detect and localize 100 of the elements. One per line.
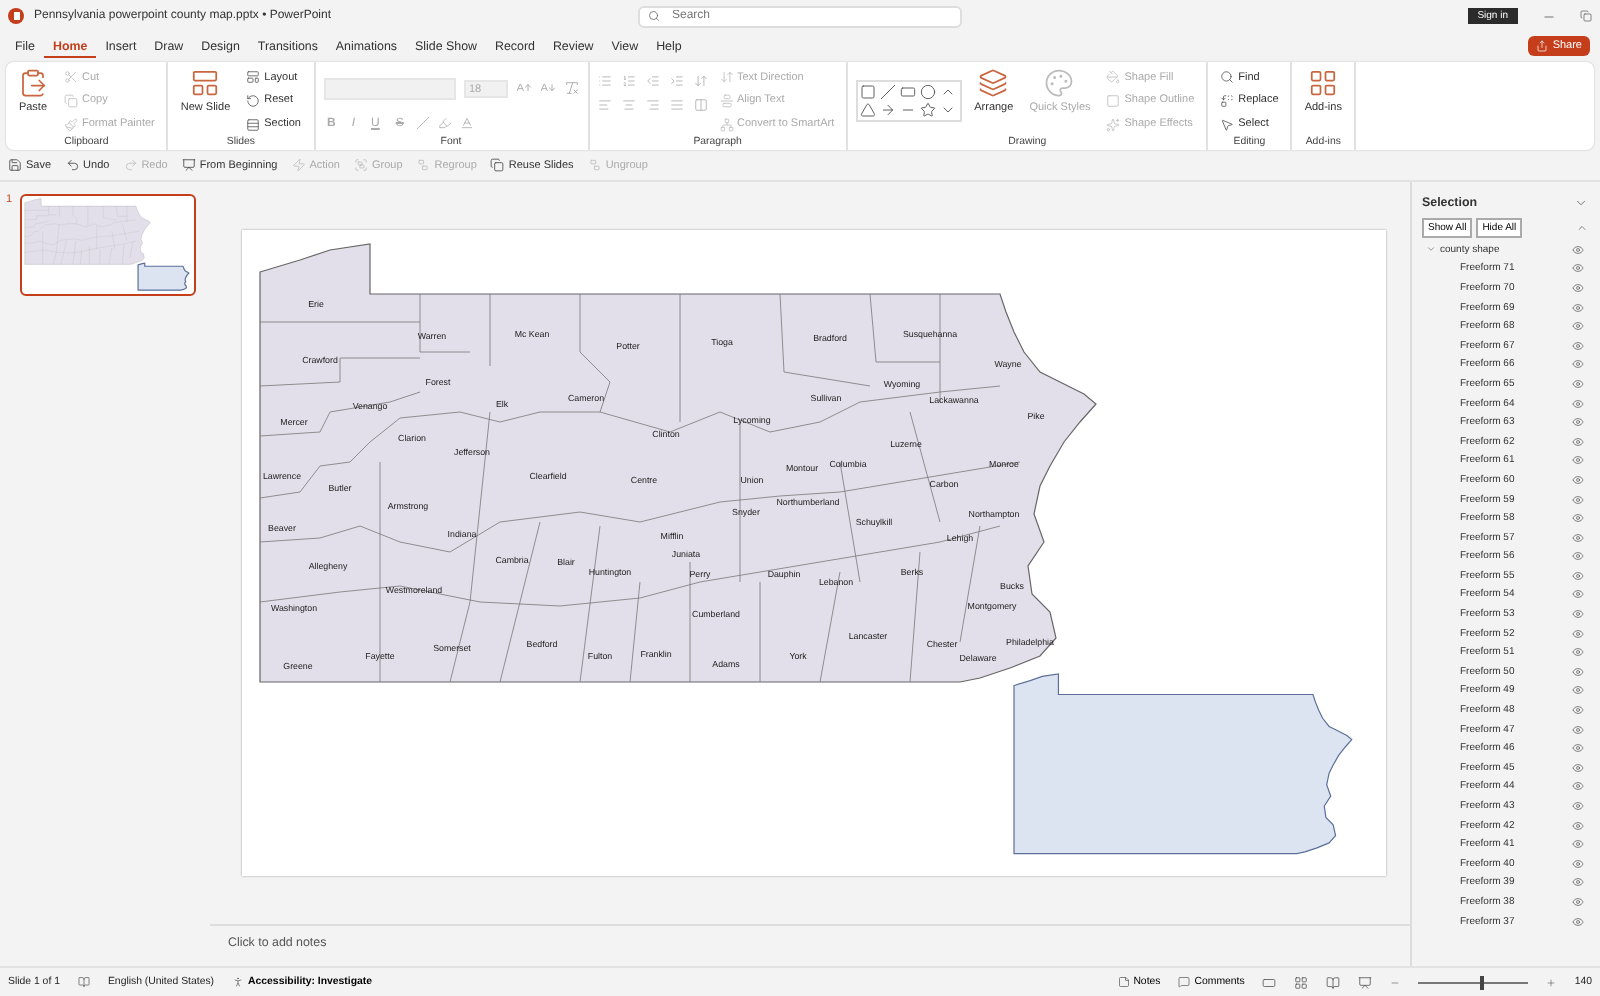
clipboard-icon	[18, 68, 48, 98]
smartart-icon	[719, 117, 733, 132]
paint-bucket-icon	[1106, 70, 1121, 85]
grow-font-icon	[515, 80, 531, 97]
eye-icon	[1572, 339, 1584, 352]
slide-layout-icon	[190, 68, 221, 98]
oval-icon	[920, 84, 937, 100]
justify-icon	[669, 98, 683, 112]
align-left-icon	[597, 98, 611, 112]
restore-icon	[1580, 10, 1592, 22]
eye-icon	[1572, 320, 1584, 333]
move-up-icon	[1576, 221, 1588, 233]
eye-icon	[1572, 742, 1584, 755]
triangle-icon	[860, 102, 877, 118]
slide-thumbnail[interactable]	[20, 194, 197, 296]
lightning-icon	[291, 158, 306, 172]
share-icon	[1536, 40, 1549, 52]
shrink-font-icon	[539, 80, 555, 97]
layout-icon	[246, 70, 261, 85]
indent-decrease-icon	[645, 74, 659, 88]
indent-increase-icon	[669, 74, 683, 88]
pointer-icon	[1220, 117, 1235, 132]
text-direction-icon	[719, 70, 733, 85]
zoom-out-icon	[1390, 977, 1401, 987]
clear-format-icon	[563, 80, 579, 97]
slideshow-icon	[1358, 975, 1373, 989]
eye-icon	[1572, 838, 1584, 851]
reset-icon	[246, 93, 261, 108]
chevron-down-icon	[1574, 195, 1588, 209]
star-icon	[920, 102, 937, 118]
eye-icon	[1572, 531, 1584, 544]
highlighter-icon	[437, 116, 452, 131]
eye-icon	[1572, 416, 1584, 429]
eye-icon	[1572, 397, 1584, 410]
save-icon	[8, 158, 22, 172]
line-spacing-icon	[693, 74, 707, 88]
person-icon	[232, 976, 245, 988]
eye-icon	[1572, 723, 1584, 736]
eye-icon	[1572, 281, 1584, 294]
scroll-up-icon	[940, 84, 957, 100]
copy-icon	[64, 93, 78, 108]
scissors-icon	[64, 70, 78, 85]
comment-icon	[1178, 976, 1191, 988]
notes-icon	[1117, 976, 1130, 988]
app-logo-icon	[8, 8, 24, 24]
zoom-thumb[interactable]	[1479, 975, 1484, 989]
thumbnail-outline-drawing	[137, 262, 190, 291]
square-icon	[860, 84, 877, 100]
columns-icon	[693, 98, 707, 112]
shapes-gallery[interactable]	[856, 80, 963, 122]
eye-icon	[1572, 301, 1584, 314]
eye-icon	[1572, 493, 1584, 506]
quick-styles-icon	[1044, 68, 1075, 98]
sorter-view-icon	[1294, 975, 1309, 989]
font-color-icon	[459, 116, 474, 131]
arrange-icon	[978, 68, 1009, 98]
eye-icon	[1572, 876, 1584, 889]
chevron-down-icon	[1426, 244, 1436, 255]
search-icon	[648, 9, 660, 21]
eye-icon	[1572, 684, 1584, 697]
outline-icon	[1106, 93, 1121, 108]
presentation-icon	[181, 158, 196, 172]
strikethrough-icon	[415, 116, 430, 131]
eye-icon	[1572, 915, 1584, 928]
regroup-icon	[416, 158, 431, 172]
eye-icon	[1572, 646, 1584, 659]
eye-icon	[1572, 243, 1584, 256]
paintbrush-icon	[64, 117, 78, 132]
eye-icon	[1572, 473, 1584, 486]
line-icon	[880, 84, 897, 100]
slides-icon	[490, 158, 505, 172]
align-center-icon	[621, 98, 635, 112]
eye-icon	[1572, 704, 1584, 717]
eye-icon	[1572, 512, 1584, 525]
eye-icon	[1572, 800, 1584, 813]
eye-icon	[1572, 435, 1584, 448]
eye-icon	[1572, 262, 1584, 275]
eye-icon	[1572, 608, 1584, 621]
thumbnail-map-drawing	[24, 198, 151, 265]
eye-icon	[1572, 588, 1584, 601]
undo-icon	[65, 158, 80, 172]
zoom-in-icon	[1546, 977, 1557, 987]
eye-icon	[1572, 857, 1584, 870]
scroll-down-icon	[940, 102, 957, 118]
ungroup-icon	[587, 158, 602, 172]
sparkles-icon	[1106, 117, 1121, 132]
eye-icon	[1572, 377, 1584, 390]
eye-icon	[1572, 780, 1584, 793]
rectangle-icon	[900, 84, 917, 100]
numbering-icon	[621, 74, 635, 88]
eye-icon	[1572, 895, 1584, 908]
eye-icon	[1572, 569, 1584, 582]
eye-icon	[1572, 358, 1584, 371]
eye-icon	[1572, 819, 1584, 832]
align-text-icon	[719, 93, 733, 108]
redo-icon	[123, 158, 138, 172]
grid-icon	[1308, 68, 1339, 98]
eye-icon	[1572, 550, 1584, 563]
section-icon	[246, 117, 261, 132]
normal-view-icon	[1262, 975, 1277, 989]
